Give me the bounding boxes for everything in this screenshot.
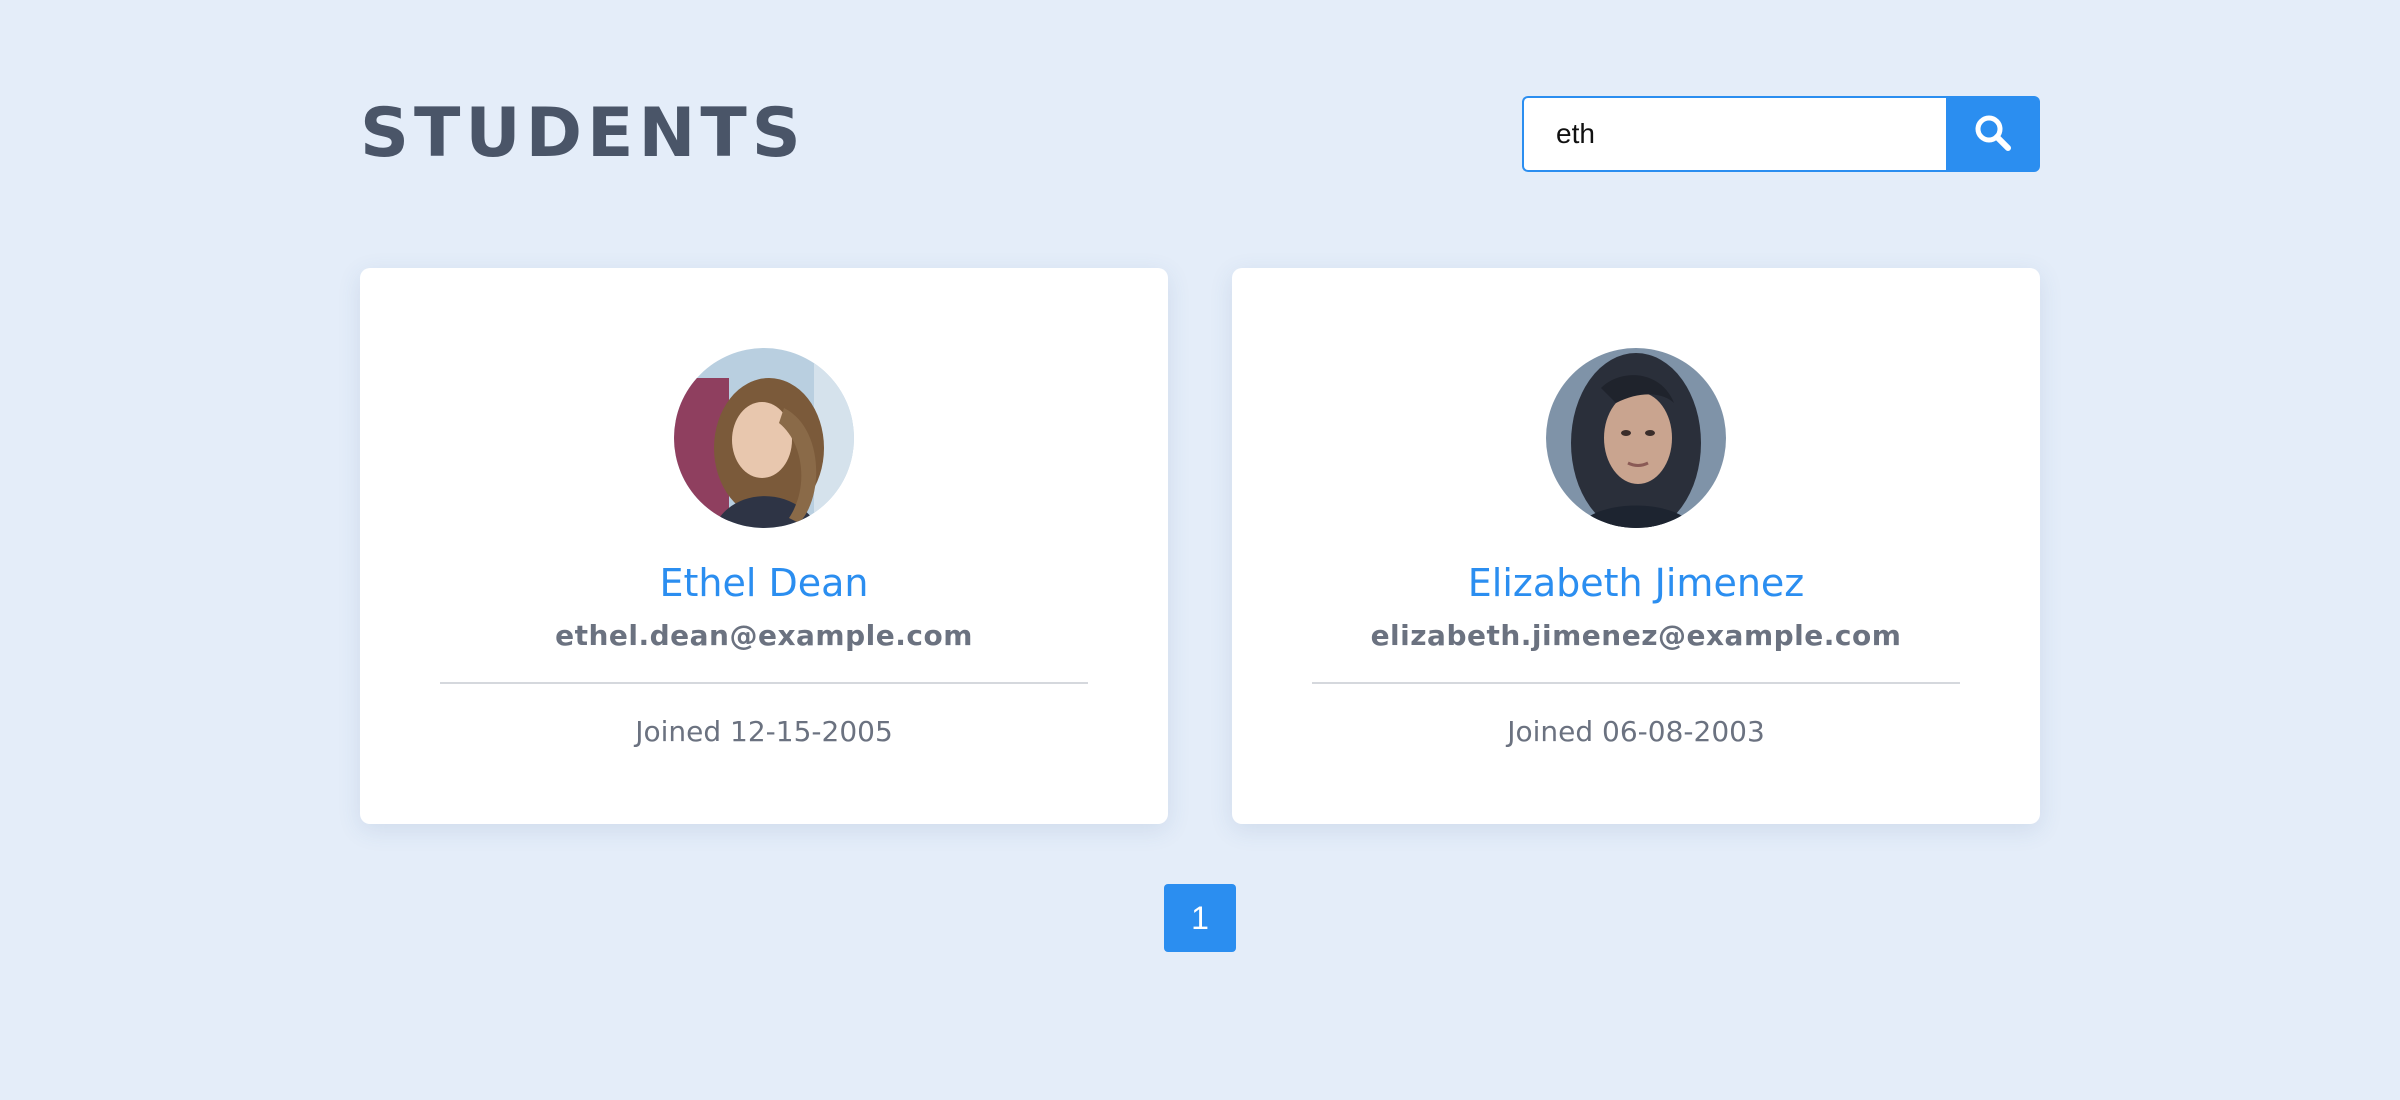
page-title: STUDENTS [360, 94, 806, 173]
student-email: elizabeth.jimenez@example.com [1370, 619, 1902, 652]
joined-date: Joined 12-15-2005 [635, 715, 893, 748]
avatar [1546, 348, 1726, 528]
pagination: 1 [1164, 884, 1236, 952]
student-card: Elizabeth Jimenez elizabeth.jimenez@exam… [1232, 268, 2040, 824]
search-icon [1973, 113, 2013, 156]
search-button[interactable] [1946, 96, 2040, 172]
divider [440, 682, 1088, 684]
student-card: Ethel Dean ethel.dean@example.com Joined… [360, 268, 1168, 824]
page-button-1[interactable]: 1 [1164, 884, 1236, 952]
search-input[interactable] [1522, 96, 1946, 172]
student-name[interactable]: Elizabeth Jimenez [1232, 558, 2040, 608]
search-bar [1522, 96, 2040, 172]
student-name[interactable]: Ethel Dean [360, 558, 1168, 608]
student-card-list: Ethel Dean ethel.dean@example.com Joined… [360, 268, 2040, 824]
page-header: STUDENTS [360, 96, 2040, 172]
student-email: ethel.dean@example.com [555, 619, 973, 652]
divider [1312, 682, 1960, 684]
avatar [674, 348, 854, 528]
joined-date: Joined 06-08-2003 [1507, 715, 1765, 748]
